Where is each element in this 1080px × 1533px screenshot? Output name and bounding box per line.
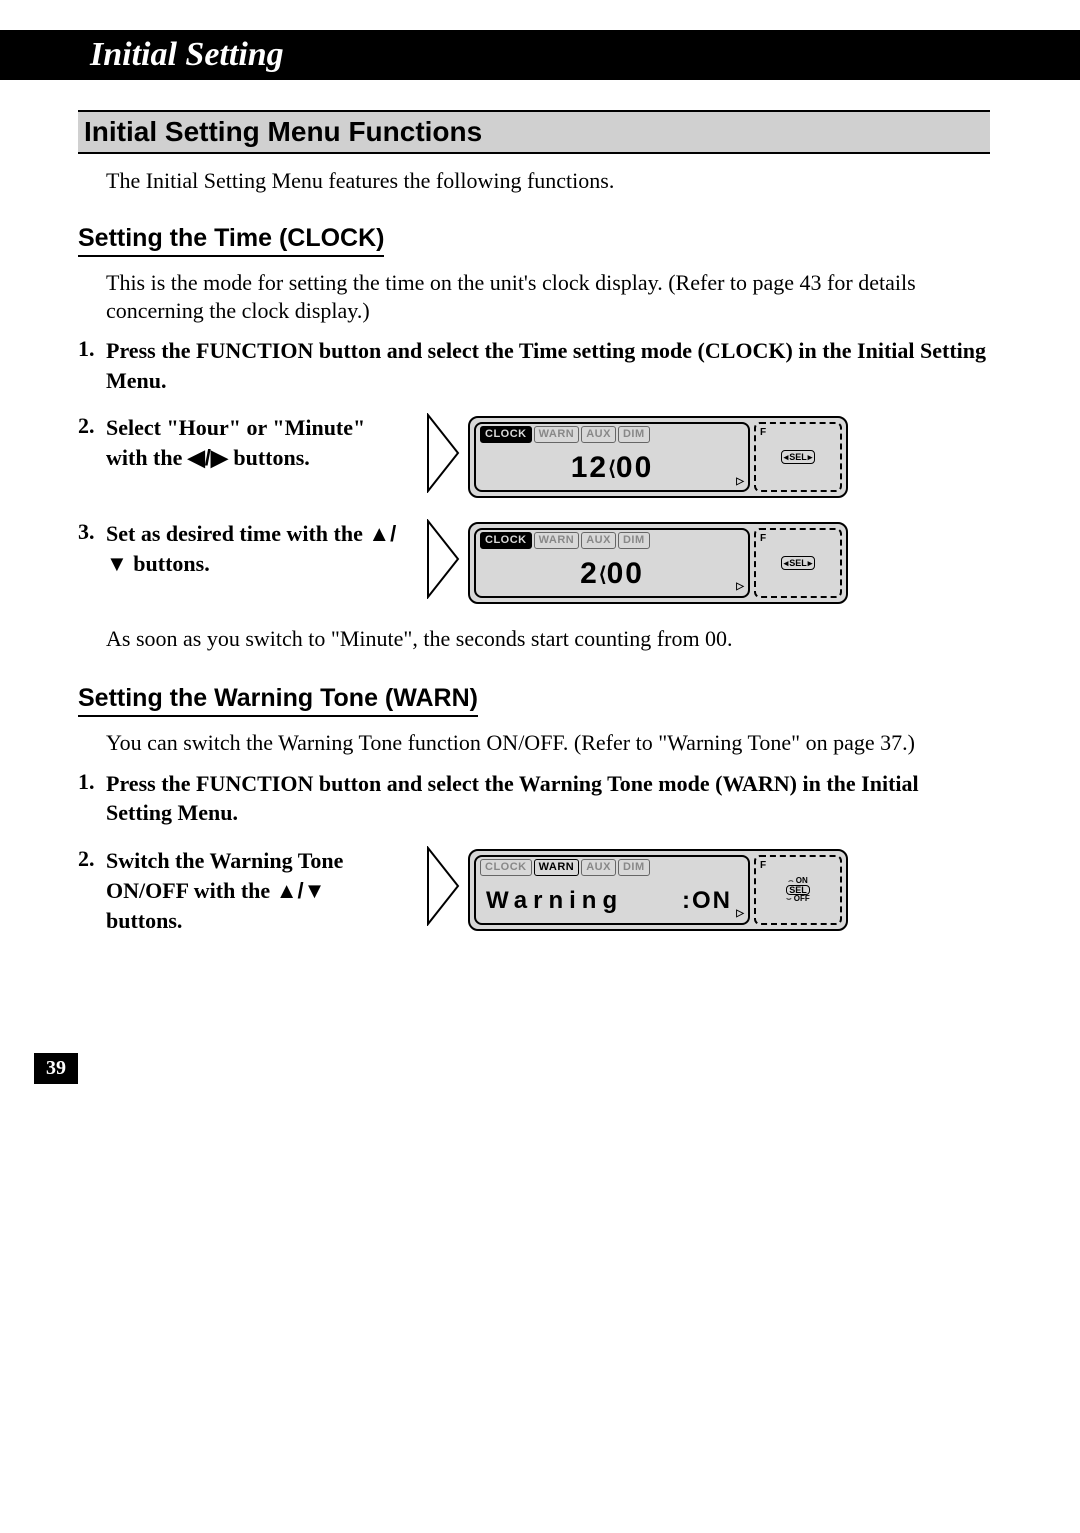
pointer-icon (426, 413, 460, 501)
step-number: 3. (78, 519, 106, 545)
clock-desc: This is the mode for setting the time on… (106, 269, 990, 324)
lcd-warning-value: :ON (682, 885, 732, 917)
play-indicator-icon: ▷ (736, 907, 744, 921)
lcd-tab-dim: DIM (618, 859, 650, 876)
step-number: 2. (78, 413, 106, 439)
clock-step-1: 1. Press the FUNCTION button and select … (78, 336, 990, 395)
clock-step-2: 2. Select "Hour" or "Minute" with the ◀/… (78, 413, 990, 501)
play-indicator-icon: ▷ (736, 580, 744, 594)
section-intro: The Initial Setting Menu features the fo… (106, 168, 990, 194)
warn-step-2: 2. Switch the Warning Tone ON/OFF with t… (78, 846, 990, 935)
f-label: F (760, 426, 766, 440)
clock-step-3: 3. Set as desired time with the ▲/▼ butt… (78, 519, 990, 607)
page-number: 39 (34, 1053, 78, 1084)
lcd-tab-clock: CLOCK (480, 859, 532, 876)
lcd-time-display: 12⟨00 (476, 448, 748, 489)
on-label: ⌢ ON (788, 877, 808, 885)
step-text: Press the FUNCTION button and select the… (106, 769, 990, 828)
lcd-side-panel: F ◂SEL▸ (754, 528, 842, 598)
f-label: F (760, 859, 766, 873)
lcd-illustration-3: CLOCK WARN AUX DIM Warning :ON ▷ F (426, 846, 848, 934)
lcd-tab-warn: WARN (534, 426, 580, 443)
lcd-warning-label: Warning (486, 885, 623, 917)
lcd-tab-dim: DIM (618, 532, 650, 549)
step-number: 2. (78, 846, 106, 872)
lcd-side-panel: F ◂SEL▸ (754, 422, 842, 492)
lcd-tab-aux: AUX (581, 859, 616, 876)
left-right-arrows-icon: ◀/▶ (188, 445, 228, 470)
step-number: 1. (78, 769, 106, 795)
off-label: ⌣ OFF (786, 895, 810, 903)
play-indicator-icon: ▷ (736, 475, 744, 489)
warn-step-1: 1. Press the FUNCTION button and select … (78, 769, 990, 828)
page-header: Initial Setting (0, 30, 1080, 80)
lcd-screen: CLOCK WARN AUX DIM 2⟨00 ▷ F (468, 522, 848, 604)
lcd-side-panel: F ⌢ ON SEL ⌣ OFF (754, 855, 842, 925)
lcd-illustration-1: CLOCK WARN AUX DIM 12⟨00 ▷ F (426, 413, 848, 501)
step-text: Switch the Warning Tone ON/OFF with the … (106, 846, 406, 935)
clock-note: As soon as you switch to "Minute", the s… (106, 625, 990, 653)
sel-indicator: ◂SEL▸ (781, 450, 816, 464)
lcd-screen: CLOCK WARN AUX DIM 12⟨00 ▷ F (468, 416, 848, 498)
section-title: Initial Setting Menu Functions (78, 110, 990, 154)
step-text: Select "Hour" or "Minute" with the ◀/▶ b… (106, 413, 406, 472)
lcd-tab-dim: DIM (618, 426, 650, 443)
lcd-tab-warn: WARN (534, 859, 580, 876)
clock-title: Setting the Time (CLOCK) (78, 224, 384, 257)
f-label: F (760, 532, 766, 546)
up-down-arrows-icon: ▲/▼ (276, 878, 326, 903)
pointer-icon (426, 846, 460, 934)
warn-title: Setting the Warning Tone (WARN) (78, 684, 478, 717)
warn-desc: You can switch the Warning Tone function… (106, 729, 990, 757)
lcd-tab-clock: CLOCK (480, 532, 532, 549)
lcd-screen: CLOCK WARN AUX DIM Warning :ON ▷ F (468, 849, 848, 931)
pointer-icon (426, 519, 460, 607)
lcd-tab-clock: CLOCK (480, 426, 532, 443)
lcd-tab-aux: AUX (581, 426, 616, 443)
step-text: Set as desired time with the ▲/▼ buttons… (106, 519, 406, 578)
lcd-tab-warn: WARN (534, 532, 580, 549)
lcd-tab-aux: AUX (581, 532, 616, 549)
lcd-illustration-2: CLOCK WARN AUX DIM 2⟨00 ▷ F (426, 519, 848, 607)
lcd-time-display: 2⟨00 (476, 554, 748, 595)
step-number: 1. (78, 336, 106, 362)
sel-indicator: ◂SEL▸ (781, 556, 816, 570)
step-text: Press the FUNCTION button and select the… (106, 336, 990, 395)
